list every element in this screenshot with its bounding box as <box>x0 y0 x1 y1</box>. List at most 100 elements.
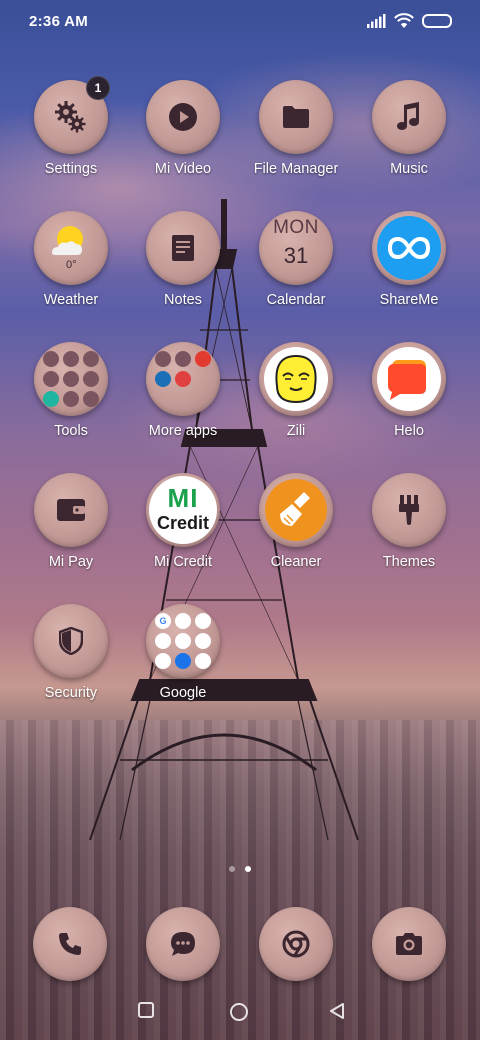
paintbrush-icon <box>399 495 419 525</box>
dock-messages[interactable] <box>146 907 220 981</box>
app-label: Calendar <box>266 292 326 308</box>
page-dot-active[interactable] <box>245 866 251 872</box>
mini-app-icon <box>43 371 59 387</box>
chrome-icon <box>282 930 310 958</box>
security-app-icon <box>34 604 108 678</box>
app-label: Zili <box>286 423 306 439</box>
messages-app-icon <box>146 907 220 981</box>
status-bar: 2:36 AM <box>0 0 480 44</box>
gmail-mini-icon <box>175 613 191 629</box>
app-label: Mi Pay <box>48 554 94 570</box>
mini-app-icon <box>175 371 191 387</box>
status-icons <box>366 13 452 29</box>
mini-app-icon <box>155 371 171 387</box>
page-indicator <box>0 866 480 872</box>
dock-camera[interactable] <box>372 907 446 981</box>
app-label: Settings <box>44 161 98 177</box>
app-label: File Manager <box>253 161 339 177</box>
battery-icon <box>422 14 452 28</box>
chrome-mini-icon <box>155 633 171 649</box>
app-tools-folder[interactable]: Tools <box>16 342 126 439</box>
themes-app-icon <box>372 473 446 547</box>
app-zili[interactable]: Zili <box>241 342 351 439</box>
app-mi-video[interactable]: Mi Video <box>128 80 238 177</box>
app-cleaner[interactable]: Cleaner <box>241 473 351 570</box>
app-shareme[interactable]: ShareMe <box>354 211 464 308</box>
app-calendar[interactable]: MON 31 Calendar <box>241 211 351 308</box>
app-label: Helo <box>394 423 424 439</box>
folder-icon <box>283 106 309 128</box>
phone-app-icon <box>33 907 107 981</box>
music-app-icon <box>372 80 446 154</box>
app-weather[interactable]: 0° Weather <box>16 211 126 308</box>
mini-app-icon <box>155 351 171 367</box>
app-label: Google <box>159 685 207 701</box>
zili-face-icon <box>264 347 328 411</box>
file-manager-app-icon <box>259 80 333 154</box>
app-label: Themes <box>382 554 436 570</box>
app-settings[interactable]: 1 Settings <box>16 76 126 177</box>
dock-chrome[interactable] <box>259 907 333 981</box>
drive-mini-icon <box>175 633 191 649</box>
mini-app-icon <box>63 391 79 407</box>
mini-app-icon <box>63 351 79 367</box>
duo-mini-icon <box>175 653 191 669</box>
app-label: Notes <box>164 292 202 308</box>
wallet-icon <box>57 499 85 521</box>
app-label: Music <box>390 161 428 177</box>
more-apps-folder-icon <box>146 342 220 416</box>
app-mi-credit[interactable]: MI Credit Mi Credit <box>128 473 238 570</box>
app-google-folder[interactable]: G Google <box>128 604 238 701</box>
mini-app-icon <box>43 391 59 407</box>
calendar-app-icon: MON 31 <box>259 211 333 285</box>
youtube-mini-icon <box>155 653 171 669</box>
google-mini-icon: G <box>155 613 171 629</box>
app-music[interactable]: Music <box>354 80 464 177</box>
back-icon[interactable] <box>329 1002 345 1020</box>
app-label: Weather <box>43 292 99 308</box>
app-label: ShareMe <box>379 292 439 308</box>
mini-app-icon <box>83 351 99 367</box>
signal-icon <box>367 14 386 28</box>
app-notes[interactable]: Notes <box>128 211 238 308</box>
mi-credit-app-icon: MI Credit <box>146 473 220 547</box>
sun-cloud-icon <box>52 226 83 255</box>
weather-app-icon: 0° <box>34 211 108 285</box>
chrome-app-icon <box>259 907 333 981</box>
gears-icon <box>55 101 86 133</box>
mi-video-app-icon <box>146 80 220 154</box>
calendar-date: 31 <box>283 243 309 268</box>
app-file-manager[interactable]: File Manager <box>241 80 351 177</box>
phone-icon <box>59 933 81 955</box>
mini-app-icon <box>63 371 79 387</box>
recents-icon[interactable] <box>138 1002 154 1018</box>
shareme-app-icon <box>372 211 446 285</box>
app-label: Tools <box>54 423 88 439</box>
note-icon <box>172 235 194 261</box>
app-label: Cleaner <box>270 554 322 570</box>
page-dot[interactable] <box>229 866 235 872</box>
app-mi-pay[interactable]: Mi Pay <box>16 473 126 570</box>
mi-credit-logo-text-2: Credit <box>156 513 209 533</box>
wallpaper-city <box>0 720 480 1040</box>
empty-slot <box>195 391 211 407</box>
mini-app-icon <box>83 371 99 387</box>
calendar-day: MON <box>273 217 319 238</box>
helo-app-icon <box>372 342 446 416</box>
dock-phone[interactable] <box>33 907 107 981</box>
home-icon[interactable] <box>229 1002 249 1022</box>
app-label: Mi Credit <box>153 554 212 570</box>
app-themes[interactable]: Themes <box>354 473 464 570</box>
camera-icon <box>396 933 422 955</box>
app-more-apps-folder[interactable]: More apps <box>128 342 238 439</box>
app-helo[interactable]: Helo <box>354 342 464 439</box>
play-store-mini-icon <box>195 633 211 649</box>
cleaner-app-icon <box>259 473 333 547</box>
app-security[interactable]: Security <box>16 604 126 701</box>
tools-folder-icon <box>34 342 108 416</box>
empty-slot <box>175 391 191 407</box>
notification-badge: 1 <box>86 76 110 100</box>
music-note-icon <box>397 102 419 130</box>
shareme-infinity-icon <box>377 216 441 280</box>
messages-icon <box>171 932 195 956</box>
